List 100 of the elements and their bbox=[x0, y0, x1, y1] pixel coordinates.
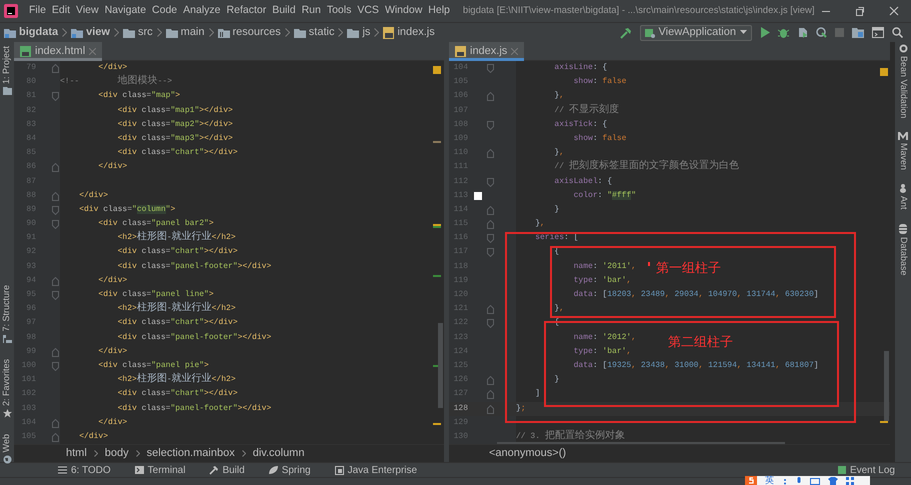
tool-window-button[interactable]: 7: Structure bbox=[0, 285, 14, 332]
shirt-icon[interactable] bbox=[828, 476, 838, 484]
input-mode-text[interactable]: 英 bbox=[765, 476, 774, 485]
close-icon[interactable] bbox=[889, 6, 899, 16]
code-line: <h2>柱形图-就业行业</h2> bbox=[116, 373, 236, 388]
code-line: <div class="chart"></div> bbox=[116, 388, 238, 400]
scrollbar-thumb[interactable] bbox=[884, 351, 889, 421]
chevron-icon bbox=[338, 28, 344, 37]
menu-item[interactable]: Analyze bbox=[180, 3, 224, 19]
code-line: </div> bbox=[97, 274, 128, 287]
event-log-button[interactable]: Event Log bbox=[838, 462, 895, 478]
breadcrumb-item[interactable]: js bbox=[362, 24, 370, 41]
menu-item[interactable]: File bbox=[26, 3, 49, 19]
code-line: <div class="panel-footer"></div> bbox=[116, 402, 272, 414]
hammer-icon[interactable] bbox=[620, 26, 632, 38]
chevron-icon bbox=[374, 28, 380, 37]
gear-icon bbox=[898, 44, 908, 53]
code-line: name: '2012', bbox=[572, 332, 636, 344]
breadcrumb-item[interactable]: static bbox=[308, 24, 334, 41]
tool-window-button[interactable]: 1: Project bbox=[0, 46, 14, 84]
tool-window-button[interactable]: Java Enterprise bbox=[334, 462, 418, 478]
search-icon[interactable] bbox=[892, 27, 903, 38]
project-folder-icon bbox=[4, 28, 16, 38]
menu-item[interactable]: Code bbox=[149, 3, 180, 19]
tool-window-button[interactable]: Terminal bbox=[134, 462, 186, 478]
code-line: }; bbox=[516, 402, 526, 414]
menu-item[interactable]: Tools bbox=[324, 3, 354, 19]
debug-bug-icon[interactable] bbox=[778, 27, 789, 38]
tab-label[interactable]: index.js bbox=[470, 43, 508, 60]
tool-window-button[interactable]: 6: TODO bbox=[58, 462, 111, 478]
tool-window-button[interactable]: Build bbox=[209, 462, 245, 478]
profiler-icon[interactable] bbox=[816, 27, 827, 38]
microphone-icon[interactable] bbox=[796, 476, 802, 484]
tool-window-button[interactable]: Bean Validation bbox=[896, 56, 910, 118]
run-configuration-dropdown[interactable]: ViewApplication bbox=[640, 24, 752, 40]
fold-icon[interactable] bbox=[52, 64, 59, 73]
tab-label[interactable]: index.html bbox=[35, 43, 86, 60]
breadcrumb-item[interactable]: html bbox=[66, 445, 87, 462]
chevron-icon bbox=[94, 450, 98, 457]
fold-icon[interactable] bbox=[52, 92, 59, 102]
code-line: <div class="panel pie"> bbox=[97, 360, 209, 372]
coverage-icon[interactable] bbox=[797, 27, 808, 38]
code-line: }, bbox=[553, 147, 564, 160]
fold-icon[interactable] bbox=[52, 163, 59, 172]
panel-icon[interactable] bbox=[872, 27, 884, 38]
code-line: </div> bbox=[78, 430, 108, 443]
tool-window-button[interactable]: Database bbox=[896, 236, 910, 276]
breadcrumb-item[interactable]: index.js bbox=[397, 24, 435, 41]
run-icon[interactable] bbox=[760, 27, 770, 38]
punctuation-icon[interactable] bbox=[782, 476, 788, 484]
menu-item[interactable]: Run bbox=[298, 3, 324, 19]
code-line: show: false bbox=[572, 76, 626, 88]
menu-item[interactable]: Window bbox=[382, 3, 426, 19]
breadcrumb-item[interactable]: view bbox=[86, 24, 110, 41]
js-file-icon bbox=[383, 26, 394, 38]
menu-item[interactable]: Build bbox=[269, 3, 299, 19]
chevron-icon bbox=[156, 28, 162, 37]
menu-item[interactable]: View bbox=[73, 3, 102, 19]
tool-window-button[interactable]: Ant bbox=[896, 196, 910, 210]
breadcrumb-item[interactable]: <anonymous>() bbox=[489, 445, 566, 462]
tool-window-button[interactable]: Spring bbox=[268, 462, 311, 478]
editor-tab[interactable]: index.js bbox=[449, 42, 524, 61]
chevron-icon bbox=[208, 28, 214, 37]
menu-item[interactable]: Edit bbox=[48, 3, 74, 19]
restore-icon[interactable] bbox=[855, 6, 865, 16]
terminal-icon bbox=[134, 466, 144, 474]
breadcrumb-item[interactable]: div.column bbox=[252, 445, 304, 462]
tool-window-button[interactable]: Maven bbox=[896, 143, 910, 170]
breadcrumb-item[interactable]: selection.mainbox bbox=[146, 445, 235, 462]
scrollbar-thumb[interactable] bbox=[497, 442, 785, 444]
breadcrumb-item[interactable]: resources bbox=[232, 24, 281, 41]
fold-icon[interactable] bbox=[487, 92, 494, 102]
resources-folder-icon bbox=[218, 28, 230, 38]
menu-item[interactable]: Refactor bbox=[224, 3, 270, 19]
code-line: <div class="map1"></div> bbox=[116, 104, 233, 117]
menu-item[interactable]: Help bbox=[425, 3, 453, 19]
ant-icon bbox=[899, 184, 907, 194]
project-structure-icon[interactable] bbox=[852, 27, 864, 38]
breadcrumb-item[interactable]: main bbox=[180, 24, 204, 41]
chevron-icon bbox=[62, 28, 68, 37]
breadcrumb-item[interactable]: bigdata bbox=[19, 24, 58, 41]
tool-window-button[interactable]: 2: Favorites bbox=[0, 358, 14, 406]
scrollbar-thumb[interactable] bbox=[438, 323, 443, 408]
hammer-icon bbox=[209, 466, 218, 474]
code-line: } bbox=[553, 374, 560, 386]
keyboard-icon[interactable] bbox=[810, 476, 820, 484]
code-line: type: 'bar', bbox=[572, 346, 632, 358]
fold-icon[interactable] bbox=[487, 120, 494, 130]
code-line: <div class="panel bar2"> bbox=[97, 218, 214, 230]
code-line: </div> bbox=[97, 346, 128, 358]
tool-window-button[interactable]: Web bbox=[0, 434, 14, 452]
editor-tab[interactable]: index.html bbox=[14, 42, 102, 61]
menu-item[interactable]: VCS bbox=[354, 3, 382, 19]
menu-item[interactable]: Navigate bbox=[102, 3, 150, 19]
breadcrumb-item[interactable]: body bbox=[104, 445, 129, 462]
breadcrumb-item[interactable]: src bbox=[138, 24, 153, 41]
fold-icon[interactable] bbox=[487, 64, 494, 73]
grid-icon[interactable] bbox=[846, 476, 854, 484]
fold-icon[interactable] bbox=[487, 149, 494, 158]
fold-icon[interactable] bbox=[487, 178, 494, 186]
